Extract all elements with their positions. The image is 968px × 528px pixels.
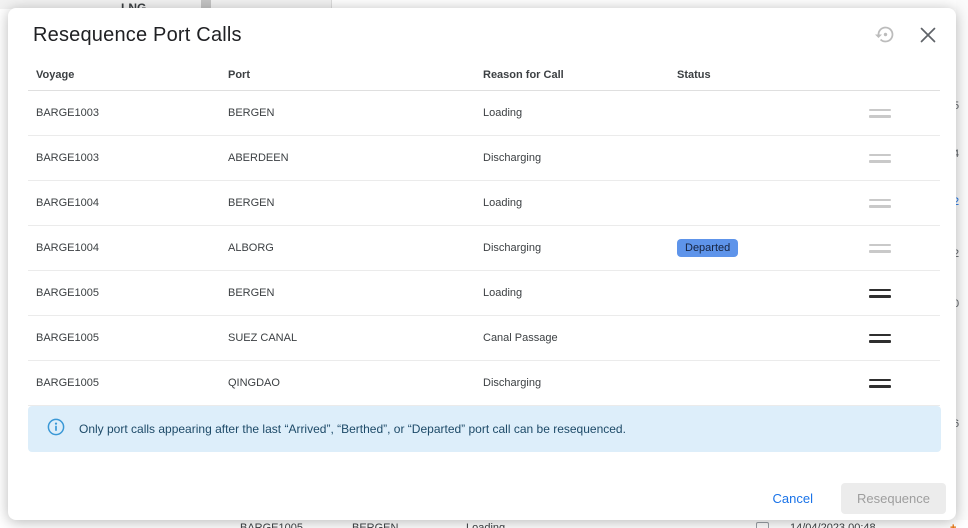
reason-cell: Discharging bbox=[475, 242, 669, 254]
drag-handle-icon[interactable] bbox=[869, 379, 891, 388]
column-header-reason: Reason for Call bbox=[475, 69, 669, 81]
cancel-button[interactable]: Cancel bbox=[769, 485, 817, 512]
resequence-button[interactable]: Resequence bbox=[841, 483, 946, 514]
port-call-rows: BARGE1003 BERGEN Loading BARGE1003 ABERD… bbox=[28, 91, 940, 406]
reason-cell: Canal Passage bbox=[475, 332, 669, 344]
column-header-status: Status bbox=[669, 69, 820, 81]
drag-handle-icon bbox=[869, 109, 891, 118]
column-header-port: Port bbox=[220, 69, 475, 81]
dialog-header-actions bbox=[873, 22, 938, 47]
backdrop-text-fragment: 2 bbox=[956, 248, 959, 260]
backdrop-text-fragment: 0 bbox=[956, 298, 959, 310]
port-call-row: BARGE1003 ABERDEEN Discharging bbox=[28, 136, 940, 181]
restore-order-button[interactable] bbox=[873, 22, 898, 47]
dialog-footer: Cancel Resequence bbox=[769, 483, 946, 514]
drag-handle-icon[interactable] bbox=[869, 289, 891, 298]
info-banner: Only port calls appearing after the last… bbox=[28, 406, 941, 452]
drag-handle-icon bbox=[869, 154, 891, 163]
info-banner-text: Only port calls appearing after the last… bbox=[79, 422, 626, 436]
reason-cell: Loading bbox=[475, 197, 669, 209]
backdrop-row-voyage: BARGE1005 bbox=[240, 522, 303, 528]
port-cell: ABERDEEN bbox=[220, 152, 475, 164]
drag-cell bbox=[820, 109, 940, 118]
backdrop-bottom-strip: BARGE1005 BERGEN Loading 14/04/2023 00:4… bbox=[0, 520, 968, 528]
drag-handle-icon bbox=[869, 199, 891, 208]
voyage-cell: BARGE1003 bbox=[28, 107, 220, 119]
port-call-row: BARGE1004 BERGEN Loading bbox=[28, 181, 940, 226]
status-badge: Departed bbox=[677, 239, 738, 257]
voyage-cell: BARGE1004 bbox=[28, 197, 220, 209]
backdrop-row-port: BERGEN bbox=[352, 522, 398, 528]
backdrop-text-fragment: 6 bbox=[956, 418, 959, 430]
backdrop-right-strip: 542206//// bbox=[956, 0, 968, 528]
backdrop-row-timestamp: 14/04/2023 00:48 bbox=[790, 522, 876, 528]
port-cell: BERGEN bbox=[220, 197, 475, 209]
close-icon bbox=[920, 31, 936, 46]
voyage-cell: BARGE1005 bbox=[28, 377, 220, 389]
port-calls-table: Voyage Port Reason for Call Status BARGE… bbox=[28, 60, 940, 406]
port-call-row: BARGE1005 QINGDAO Discharging bbox=[28, 361, 940, 406]
voyage-cell: BARGE1004 bbox=[28, 242, 220, 254]
dialog-title: Resequence Port Calls bbox=[33, 24, 242, 47]
port-cell: SUEZ CANAL bbox=[220, 332, 475, 344]
port-call-row: BARGE1005 BERGEN Loading bbox=[28, 271, 940, 316]
drag-cell bbox=[820, 244, 940, 253]
drag-cell bbox=[820, 289, 940, 298]
reason-cell: Discharging bbox=[475, 152, 669, 164]
backdrop-text-fragment: 2 bbox=[956, 196, 959, 208]
voyage-cell: BARGE1005 bbox=[28, 287, 220, 299]
info-icon bbox=[47, 418, 65, 441]
backdrop-row-reason: Loading bbox=[466, 522, 505, 528]
drag-handle-icon bbox=[869, 244, 891, 253]
port-cell: BERGEN bbox=[220, 287, 475, 299]
port-call-row: BARGE1005 SUEZ CANAL Canal Passage bbox=[28, 316, 940, 361]
backdrop-row-mark: + bbox=[950, 522, 956, 528]
drag-cell bbox=[820, 199, 940, 208]
restore-icon bbox=[875, 33, 896, 48]
port-call-row: BARGE1003 BERGEN Loading bbox=[28, 91, 940, 136]
drag-cell bbox=[820, 334, 940, 343]
port-cell: QINGDAO bbox=[220, 377, 475, 389]
table-header-row: Voyage Port Reason for Call Status bbox=[28, 60, 940, 91]
drag-cell bbox=[820, 379, 940, 388]
close-dialog-button[interactable] bbox=[918, 25, 938, 45]
voyage-cell: BARGE1003 bbox=[28, 152, 220, 164]
backdrop-row-checkbox bbox=[756, 522, 769, 528]
port-cell: BERGEN bbox=[220, 107, 475, 119]
drag-cell bbox=[820, 154, 940, 163]
drag-handle-icon[interactable] bbox=[869, 334, 891, 343]
backdrop-text-fragment: 5 bbox=[956, 100, 959, 112]
status-cell: Departed bbox=[669, 239, 820, 257]
reason-cell: Loading bbox=[475, 287, 669, 299]
reason-cell: Loading bbox=[475, 107, 669, 119]
column-header-voyage: Voyage bbox=[28, 69, 220, 81]
backdrop-text-fragment: 4 bbox=[956, 148, 959, 160]
port-call-row: BARGE1004 ALBORG Discharging Departed bbox=[28, 226, 940, 271]
voyage-cell: BARGE1005 bbox=[28, 332, 220, 344]
reason-cell: Discharging bbox=[475, 377, 669, 389]
port-cell: ALBORG bbox=[220, 242, 475, 254]
resequence-port-calls-dialog: Resequence Port Calls Voyage Port Reason… bbox=[8, 8, 956, 520]
